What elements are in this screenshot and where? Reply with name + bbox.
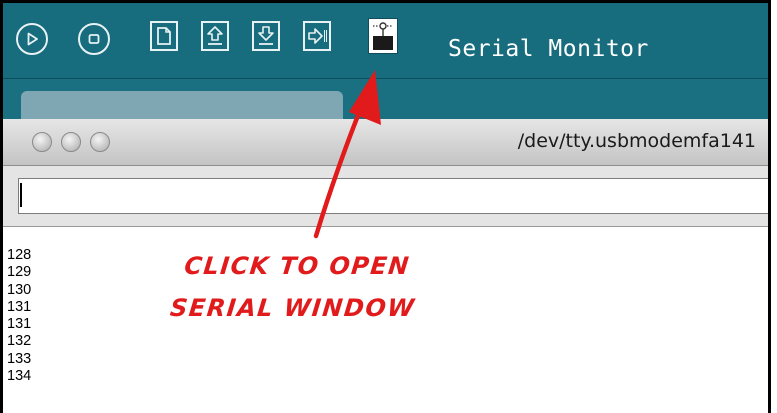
annotation-arrow (313, 70, 381, 239)
